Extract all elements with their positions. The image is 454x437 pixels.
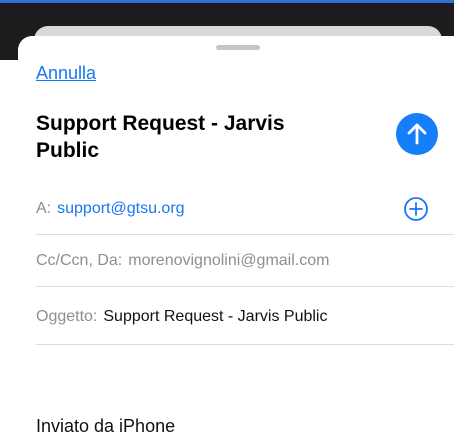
- subject-field[interactable]: Oggetto: Support Request - Jarvis Public: [36, 289, 454, 345]
- message-body[interactable]: Inviato da iPhone: [36, 416, 175, 437]
- arrow-up-icon: [407, 123, 427, 145]
- compose-sheet: Annulla Support Request - Jarvis Public …: [18, 36, 454, 437]
- send-button[interactable]: [396, 113, 438, 155]
- plus-circle-icon[interactable]: [402, 195, 430, 223]
- sheet-grabber[interactable]: [216, 45, 260, 50]
- cc-from-field[interactable]: Cc/Ccn, Da: morenovignolini@gmail.com: [36, 235, 454, 287]
- to-label: A:: [36, 199, 52, 217]
- to-field[interactable]: A: support@gtsu.org: [36, 183, 454, 235]
- compose-title: Support Request - Jarvis Public: [36, 112, 285, 162]
- cancel-button[interactable]: Annulla: [36, 63, 96, 84]
- from-address: morenovignolini@gmail.com: [128, 251, 330, 269]
- cc-label: Cc/Ccn, Da:: [36, 251, 123, 269]
- subject-input[interactable]: Support Request - Jarvis Public: [103, 308, 327, 326]
- subject-label: Oggetto:: [36, 307, 98, 325]
- to-recipient[interactable]: support@gtsu.org: [57, 200, 184, 218]
